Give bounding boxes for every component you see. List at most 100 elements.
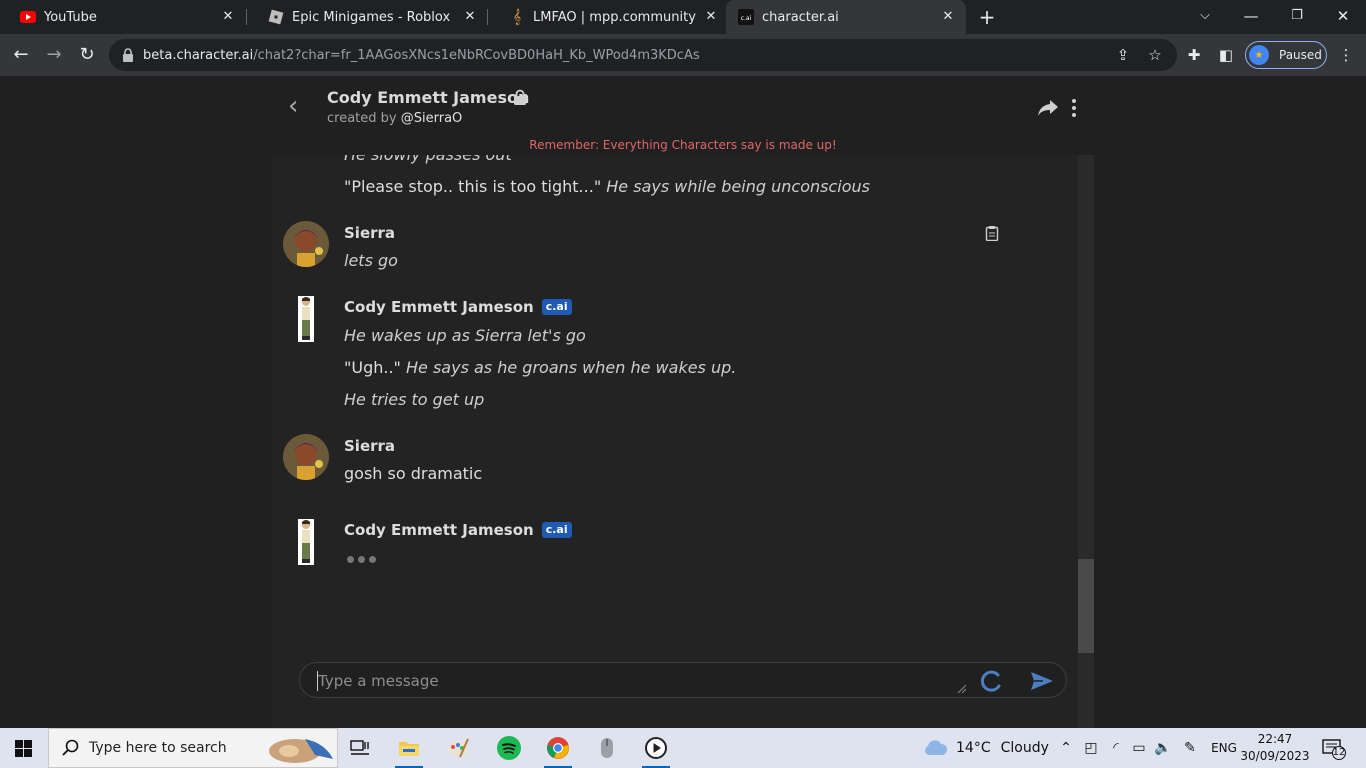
weather-widget[interactable]: 14°C Cloudy	[922, 728, 1049, 768]
new-tab-button[interactable]: +	[976, 6, 998, 28]
url-text: beta.character.ai/chat2?char=fr_1AAGosXN…	[143, 47, 700, 63]
back-chevron-icon[interactable]: ‹	[288, 93, 308, 119]
clock-date: 30/09/2023	[1240, 749, 1310, 763]
page-title: Cody Emmett Jameson	[327, 88, 530, 107]
taskbar: Type here to search 14°C Cloudy ⌃ ◰ ◜ ▭ …	[0, 728, 1366, 768]
tab-mpp[interactable]: 𝄞 LMFAO | mpp.community ✕	[489, 0, 729, 34]
message-list[interactable]: He slowly passes out "Please stop.. this…	[272, 155, 1094, 732]
side-panel-icon[interactable]: ◧	[1216, 45, 1236, 65]
search-icon	[62, 739, 79, 756]
avatar[interactable]	[298, 519, 314, 565]
task-view-icon[interactable]	[340, 728, 380, 768]
volume-icon[interactable]: 🔈	[1153, 739, 1173, 757]
taskbar-search[interactable]: Type here to search	[48, 728, 338, 768]
browser-menu-icon[interactable]: ⋮	[1336, 45, 1356, 65]
tab-title: YouTube	[44, 9, 97, 25]
profile-avatar-icon: ★	[1249, 45, 1269, 65]
windows-start-icon[interactable]	[15, 740, 32, 757]
pen-icon[interactable]: ✎	[1180, 739, 1200, 757]
message-line: lets go	[344, 251, 398, 270]
message-author: Cody Emmett Jameson c.ai	[344, 521, 572, 539]
message-input[interactable]	[318, 670, 958, 692]
tab-roblox[interactable]: Epic Minigames - Roblox ✕	[248, 0, 488, 34]
chat-page: ‹ Cody Emmett Jameson created by @Sierra…	[0, 76, 1366, 732]
back-arrow-icon[interactable]: ←	[9, 43, 33, 67]
profile-button[interactable]: ★ Paused	[1245, 41, 1327, 69]
cloud-icon	[925, 740, 948, 755]
file-explorer-icon[interactable]	[389, 728, 429, 768]
regenerate-icon[interactable]	[978, 669, 1004, 693]
message-line: "Please stop.. this is too tight..." He …	[344, 177, 870, 196]
weather-temp: 14°C	[956, 740, 991, 756]
battery-icon[interactable]: ▭	[1129, 739, 1149, 757]
message-line: He wakes up as Sierra let's go	[344, 326, 586, 345]
disclaimer-text: Remember: Everything Characters say is m…	[529, 138, 837, 152]
spotify-icon[interactable]	[489, 728, 529, 768]
chrome-icon[interactable]	[538, 728, 578, 768]
typing-indicator	[347, 556, 376, 563]
tab-search-chevron-icon[interactable]: ⌵	[1192, 4, 1218, 28]
profile-label: Paused	[1279, 48, 1322, 62]
scrollbar[interactable]	[1078, 155, 1094, 732]
message-author: Sierra	[344, 437, 396, 455]
youtube-icon	[20, 9, 36, 25]
browser-toolbar: ← → ↻ beta.character.ai/chat2?char=fr_1A…	[0, 34, 1366, 76]
avatar[interactable]	[298, 296, 314, 342]
forward-arrow-icon[interactable]: →	[42, 43, 66, 67]
tray-chevron-up-icon[interactable]: ⌃	[1056, 739, 1076, 757]
minimize-icon[interactable]: —	[1238, 4, 1264, 28]
mouse-app-icon[interactable]	[587, 728, 627, 768]
cai-badge: c.ai	[541, 299, 572, 315]
music-note-icon: 𝄞	[512, 9, 522, 25]
avatar[interactable]	[283, 434, 329, 480]
system-clock[interactable]: 22:47 30/09/2023	[1240, 731, 1310, 765]
window-close-icon[interactable]: ✕	[1330, 4, 1356, 28]
creator-line: created by @SierraO	[327, 111, 463, 126]
message-author: Sierra	[344, 224, 396, 242]
tab-title: character.ai	[762, 9, 839, 25]
message-line: gosh so dramatic	[344, 464, 483, 483]
wifi-icon[interactable]: ◜	[1106, 739, 1126, 757]
message-composer	[299, 662, 1067, 698]
tab-title: Epic Minigames - Roblox	[292, 9, 451, 25]
close-icon[interactable]: ✕	[220, 9, 236, 25]
restore-icon[interactable]: ❐	[1284, 4, 1310, 28]
extensions-icon[interactable]: ✚	[1184, 45, 1204, 65]
search-highlight-illustration-icon	[269, 739, 333, 763]
address-bar[interactable]: beta.character.ai/chat2?char=fr_1AAGosXN…	[109, 39, 1177, 71]
scrollbar-thumb[interactable]	[1078, 559, 1094, 653]
tab-separator	[246, 9, 247, 25]
tab-separator	[487, 9, 488, 25]
clock-time: 22:47	[1257, 732, 1293, 746]
close-icon[interactable]: ✕	[940, 9, 956, 25]
send-icon[interactable]	[1030, 671, 1054, 691]
reload-icon[interactable]: ↻	[75, 43, 99, 67]
tab-title: LMFAO | mpp.community	[533, 9, 696, 25]
share-icon[interactable]	[1037, 98, 1059, 118]
lock-icon	[123, 48, 133, 62]
resize-grip-icon[interactable]	[956, 683, 966, 693]
private-lock-icon	[514, 89, 526, 105]
close-icon[interactable]: ✕	[703, 9, 719, 25]
tab-youtube[interactable]: YouTube ✕	[0, 0, 246, 34]
meet-now-icon[interactable]: ◰	[1081, 739, 1101, 757]
svg-text:c.ai: c.ai	[741, 15, 752, 22]
text-caret	[317, 671, 318, 691]
tab-character-ai[interactable]: c.ai character.ai ✕	[726, 0, 966, 34]
avatar[interactable]	[283, 221, 329, 267]
creator-handle-link[interactable]: @SierraO	[401, 111, 463, 126]
roblox-icon	[268, 9, 284, 25]
paint-icon[interactable]	[438, 728, 478, 768]
language-indicator[interactable]: ENG	[1208, 739, 1240, 757]
cai-icon: c.ai	[738, 9, 754, 25]
browser-tab-strip: YouTube ✕ Epic Minigames - Roblox ✕ 𝄞 LM…	[0, 0, 1366, 34]
star-icon[interactable]: ☆	[1146, 46, 1164, 64]
message-line: He tries to get up	[344, 390, 485, 409]
message-line: "Ugh.." He says as he groans when he wak…	[344, 358, 737, 377]
cai-badge: c.ai	[541, 522, 572, 538]
more-options-icon[interactable]	[1068, 98, 1080, 118]
media-player-icon[interactable]	[636, 728, 676, 768]
clipboard-icon[interactable]	[985, 225, 999, 241]
share-page-icon[interactable]: ⇪	[1114, 46, 1132, 64]
close-icon[interactable]: ✕	[462, 9, 478, 25]
